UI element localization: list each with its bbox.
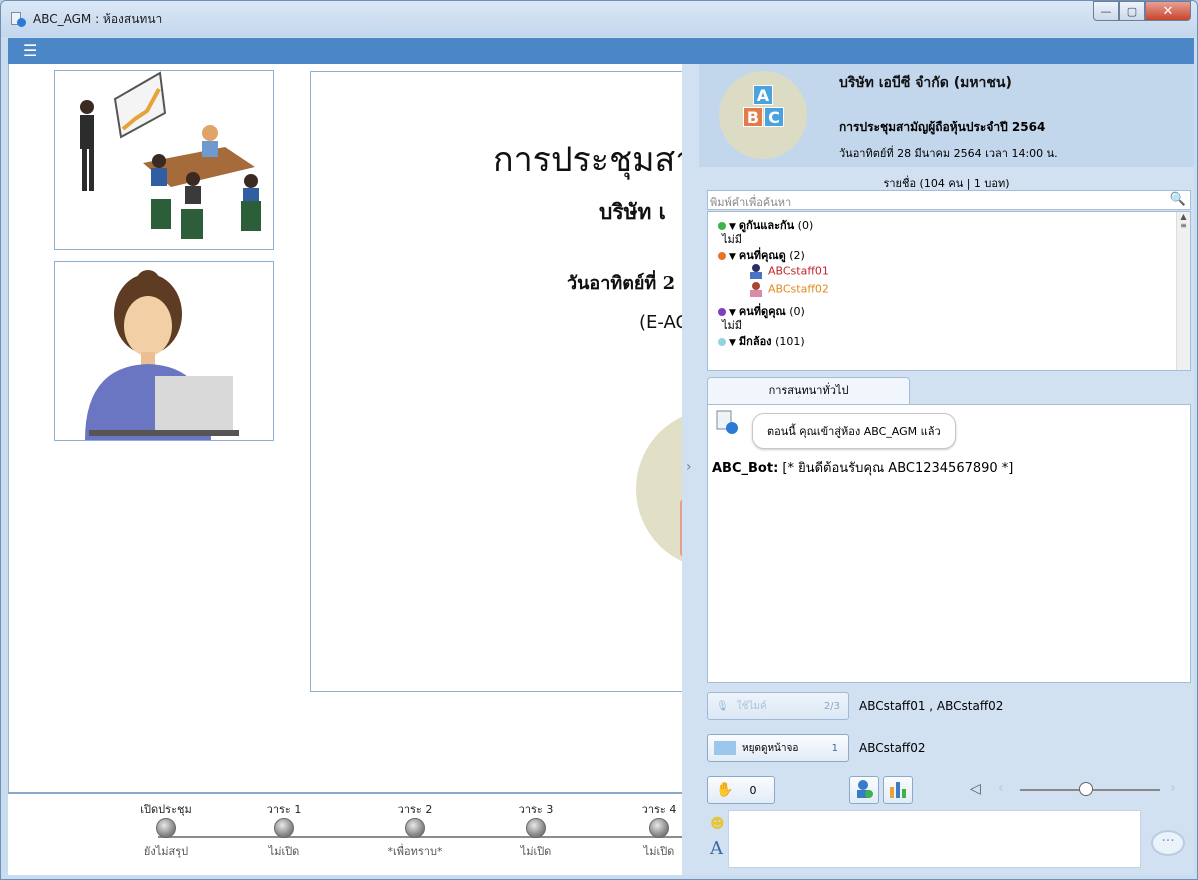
chevron-right-icon[interactable]: › <box>686 459 692 475</box>
stop-screen-button[interactable]: หยุดดูหน้าจอ 1 <box>707 734 849 762</box>
slide-subtitle: (E-AC <box>639 312 689 333</box>
member-abcstaff01[interactable]: ABCstaff01 <box>748 264 829 279</box>
slide-company: บริษัท เ <box>599 199 666 224</box>
system-message-icon <box>716 410 738 436</box>
volume-knob[interactable] <box>1079 782 1093 796</box>
company-logo: A B C <box>719 71 807 159</box>
slide-view: การประชุมสามั บริษัท เ วันอาทิตย์ที่ 2 (… <box>310 71 690 692</box>
chat-tabs: การสนทนาทั่วไป <box>707 377 1191 405</box>
screen-icon <box>714 741 736 755</box>
event-name: การประชุมสามัญผู้ถือหุ้นประจำปี 2564 <box>839 120 1046 134</box>
agenda-knob[interactable] <box>156 818 176 838</box>
screen-users: ABCstaff02 <box>859 741 926 755</box>
mic-icon: 🎙 <box>716 700 729 712</box>
group-dot-icon <box>718 308 726 316</box>
volume-up-icon[interactable]: › <box>1170 780 1176 796</box>
app-window: ABC_AGM : ห้องสนทนา — ▢ ✕ ☰ การประชุมส บ… <box>0 0 1198 880</box>
group-camera[interactable]: ▼ มีกล้อง (101) <box>718 332 805 350</box>
user-icon <box>748 282 765 297</box>
agenda-timeline: เปิดประชุม ยังไม่สรุป วาระ 1 ไม่เปิด วาระ … <box>8 792 682 875</box>
agenda-knob[interactable] <box>649 818 669 838</box>
bar-chart-icon <box>888 779 908 802</box>
mic-users: ABCstaff01 , ABCstaff02 <box>859 699 1004 713</box>
emoji-icon[interactable]: ☻ <box>710 816 725 832</box>
maximize-button[interactable]: ▢ <box>1119 1 1145 21</box>
window-title: ABC_AGM : ห้องสนทนา <box>33 11 163 26</box>
font-icon[interactable]: A <box>710 838 723 859</box>
close-button[interactable]: ✕ <box>1145 1 1191 21</box>
slide-date: วันอาทิตย์ที่ 2 <box>567 273 676 294</box>
tab-general-chat[interactable]: การสนทนาทั่วไป <box>707 377 910 405</box>
group-dot-icon <box>718 252 726 260</box>
roster-scrollbar[interactable]: ▲ ≡ <box>1176 212 1190 370</box>
company-info: A B C บริษัท เอบีซี จำกัด (มหาชน) การประ… <box>699 64 1194 167</box>
message-input[interactable] <box>728 810 1141 868</box>
roster-tree: ▼ ดูกันและกัน (0) ไม่มี ▼ คนที่คุณดู (2) A… <box>707 211 1191 371</box>
meeting-illustration[interactable] <box>54 70 274 250</box>
slide-title: การประชุมสามั <box>493 140 690 180</box>
side-panel: A B C บริษัท เอบีซี จำกัด (มหาชน) การประ… <box>682 64 1194 875</box>
search-input[interactable]: พิมพ์คำเพื่อค้นหา 🔍 <box>707 190 1191 210</box>
title-bar[interactable]: ABC_AGM : ห้องสนทนา — ▢ ✕ <box>1 1 1197 37</box>
event-date: วันอาทิตย์ที่ 28 มีนาคม 2564 เวลา 14:00 … <box>839 147 1058 160</box>
user-check-icon <box>854 779 874 802</box>
bot-message: ABC_Bot: [* ยินดีต้อนรับคุณ ABC123456789… <box>712 461 1014 476</box>
user-settings-button[interactable] <box>849 776 879 804</box>
expand-icon[interactable]: ▼ <box>729 338 736 348</box>
agenda-knob[interactable] <box>526 818 546 838</box>
member-abcstaff02[interactable]: ABCstaff02 <box>748 282 829 297</box>
presentation-area: การประชุมสามั บริษัท เ วันอาทิตย์ที่ 2 (… <box>8 64 690 875</box>
group-dot-icon <box>718 338 726 346</box>
system-message: ตอนนี้ คุณเข้าสู่ห้อง ABC_AGM แล้ว <box>752 413 956 449</box>
search-icon[interactable]: 🔍 <box>1170 192 1186 207</box>
volume-down-icon[interactable]: ‹ <box>998 780 1004 796</box>
minimize-button[interactable]: — <box>1093 1 1119 21</box>
agenda-knob[interactable] <box>405 818 425 838</box>
menu-icon[interactable]: ☰ <box>23 43 37 59</box>
company-name: บริษัท เอบีซี จำกัด (มหาชน) <box>839 75 1012 91</box>
group-dot-icon <box>718 222 726 230</box>
volume-icon: ◁ <box>970 781 981 797</box>
app-icon <box>11 11 27 27</box>
toolbar <box>8 38 1194 64</box>
hand-icon: ✋ <box>716 782 734 798</box>
participant-avatar[interactable] <box>54 261 274 441</box>
expand-icon[interactable]: ▼ <box>729 252 736 262</box>
group-watching[interactable]: ▼ คนที่คุณดู (2) <box>718 246 805 264</box>
user-icon <box>748 264 765 279</box>
mic-button[interactable]: 🎙 ใช้ไมค์ 2/3 <box>707 692 849 720</box>
raise-hand-button[interactable]: ✋ 0 <box>707 776 775 804</box>
send-chat-icon[interactable]: ··· <box>1151 830 1185 856</box>
poll-button[interactable] <box>883 776 913 804</box>
chat-log: ตอนนี้ คุณเข้าสู่ห้อง ABC_AGM แล้ว ABC_B… <box>707 404 1191 683</box>
agenda-knob[interactable] <box>274 818 294 838</box>
